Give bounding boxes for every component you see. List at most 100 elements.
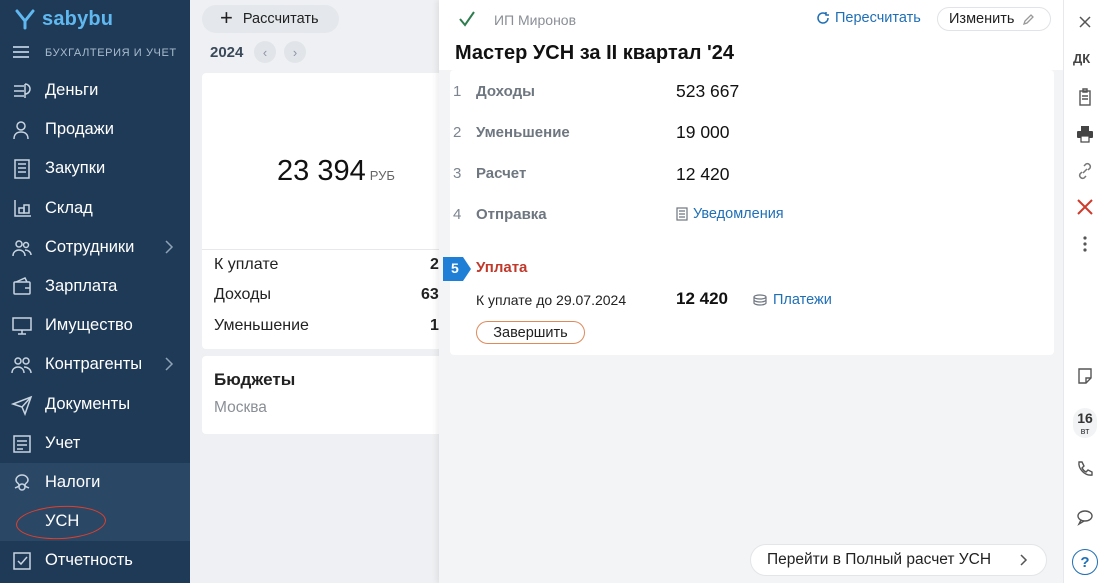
calendar-day: 16: [1077, 410, 1093, 426]
chat-button[interactable]: [1075, 507, 1095, 527]
purchases-icon: [14, 159, 30, 180]
sidebar-item-sales[interactable]: Продажи: [0, 110, 190, 149]
step-label-income[interactable]: Доходы: [476, 83, 535, 100]
active-step-badge: 5: [443, 257, 471, 281]
documents-icon: [11, 395, 33, 416]
app-subtitle: БУХГАЛТЕРИЯ И УЧЕТ: [45, 47, 177, 59]
sidebar-item-label: Деньги: [45, 81, 99, 100]
step-number: 4: [453, 206, 462, 223]
note-icon: [1078, 368, 1092, 384]
currency-label: РУБ: [369, 168, 395, 183]
salary-icon: [13, 276, 31, 295]
calendar-weekday: вт: [1080, 426, 1090, 436]
panel-header: ИП Миронов Пересчитать Изменить Мастер У…: [439, 0, 1063, 70]
counterparties-icon: [11, 357, 32, 374]
summary-row-label: К уплате: [214, 256, 279, 273]
close-button[interactable]: [1075, 12, 1095, 32]
document-icon: [676, 207, 688, 221]
right-toolbar: ДК 16 вт ?: [1063, 0, 1105, 583]
sidebar-item-label: Продажи: [45, 120, 114, 139]
sidebar-item-label: Налоги: [45, 472, 101, 491]
coins-icon: [753, 294, 767, 306]
accounting-icon: [13, 434, 31, 453]
budgets-card[interactable]: Бюджеты Москва: [202, 356, 447, 434]
refresh-icon: [817, 12, 829, 24]
budgets-region: Москва: [214, 399, 267, 416]
edit-label: Изменить: [949, 11, 1015, 27]
summary-row-label: Доходы: [214, 286, 271, 303]
calculate-button-label: Рассчитать: [242, 11, 319, 27]
step-label-sending[interactable]: Отправка: [476, 206, 547, 223]
notes-button[interactable]: [1075, 366, 1095, 386]
logo-text: sabybu: [42, 7, 114, 30]
due-date-label: К уплате до 29.07.2024: [476, 292, 627, 308]
step-number: 1: [453, 83, 462, 100]
delete-button[interactable]: [1075, 197, 1095, 217]
usn-summary-card[interactable]: 23 394 РУБ К уплате 2 Доходы 63 Уменьшени…: [202, 73, 447, 349]
sidebar-item-money[interactable]: Деньги: [0, 71, 190, 110]
reporting-icon: [13, 552, 31, 570]
payments-link-label: Платежи: [773, 292, 832, 308]
edit-button[interactable]: Изменить: [937, 7, 1051, 31]
step-number: 3: [453, 165, 462, 182]
sidebar-item-employees[interactable]: Сотрудники: [0, 228, 190, 267]
warehouse-icon: [14, 199, 31, 217]
summary-row-label: Уменьшение: [214, 317, 309, 334]
sidebar-item-salary[interactable]: Зарплата: [0, 267, 190, 306]
menu-icon[interactable]: [13, 46, 29, 58]
step-label-payment[interactable]: Уплата: [476, 259, 527, 276]
sidebar-item-label: Контрагенты: [45, 355, 143, 374]
step-label-calculation[interactable]: Расчет: [476, 165, 526, 182]
sidebar-item-accounting[interactable]: Учет: [0, 424, 190, 463]
chevron-right-icon: [165, 357, 174, 371]
full-calculation-label: Перейти в Полный расчет УСН: [767, 551, 992, 568]
sidebar-item-documents[interactable]: Документы: [0, 385, 190, 424]
divider: [202, 249, 447, 250]
call-button[interactable]: [1075, 459, 1095, 479]
year-prev-button[interactable]: ‹: [254, 41, 276, 63]
clipboard-icon: [1079, 88, 1091, 106]
sidebar-item-property[interactable]: Имущество: [0, 306, 190, 345]
logo[interactable]: sabybu: [14, 6, 113, 32]
sidebar-item-taxes[interactable]: Налоги: [0, 462, 190, 503]
sidebar-nav: Деньги Продажи Закупки Склад Сотрудники …: [0, 71, 190, 580]
total-amount-value: 23 394: [277, 155, 366, 187]
sidebar-item-reporting[interactable]: Отчетность: [0, 541, 190, 580]
payments-link[interactable]: Платежи: [752, 292, 832, 308]
sabybu-logo-icon: [15, 9, 35, 30]
calendar-button[interactable]: 16 вт: [1073, 408, 1097, 438]
printer-icon: [1077, 126, 1093, 143]
calculate-button[interactable]: + Рассчитать: [202, 5, 339, 33]
budgets-title: Бюджеты: [214, 370, 296, 389]
dk-button[interactable]: ДК: [1073, 51, 1090, 66]
sidebar-item-warehouse[interactable]: Склад: [0, 189, 190, 228]
sidebar-item-label: Зарплата: [45, 277, 118, 296]
sidebar-item-label: Сотрудники: [45, 237, 135, 256]
step-label-reduction[interactable]: Уменьшение: [476, 124, 570, 141]
sidebar-subitem-usn[interactable]: УСН: [0, 502, 190, 542]
finish-button[interactable]: Завершить: [476, 321, 585, 344]
sidebar-item-purchases[interactable]: Закупки: [0, 149, 190, 188]
full-calculation-button[interactable]: Перейти в Полный расчет УСН: [750, 544, 1047, 576]
recalculate-button[interactable]: Пересчитать: [816, 10, 921, 26]
sidebar-item-label: Имущество: [45, 316, 133, 335]
employees-icon: [12, 240, 32, 256]
organization-name: ИП Миронов: [494, 12, 577, 28]
notifications-link[interactable]: Уведомления: [676, 206, 784, 222]
chevron-right-icon: [165, 240, 174, 254]
chat-icon: [1077, 510, 1093, 526]
more-button[interactable]: [1075, 234, 1095, 254]
copy-button[interactable]: [1075, 87, 1095, 107]
recalculate-label: Пересчитать: [835, 10, 921, 26]
chevron-left-icon: ‹: [262, 44, 268, 60]
step-value: 12 420: [676, 164, 730, 184]
link-button[interactable]: [1075, 161, 1095, 181]
print-button[interactable]: [1075, 124, 1095, 144]
year-next-button[interactable]: ›: [284, 41, 306, 63]
summary-row-value: 2: [430, 256, 439, 273]
help-button[interactable]: ?: [1072, 549, 1098, 575]
taxes-icon: [14, 474, 30, 491]
sidebar-item-counterparties[interactable]: Контрагенты: [0, 345, 190, 384]
notifications-link-label: Уведомления: [693, 206, 784, 222]
year-label: 2024: [210, 44, 244, 61]
